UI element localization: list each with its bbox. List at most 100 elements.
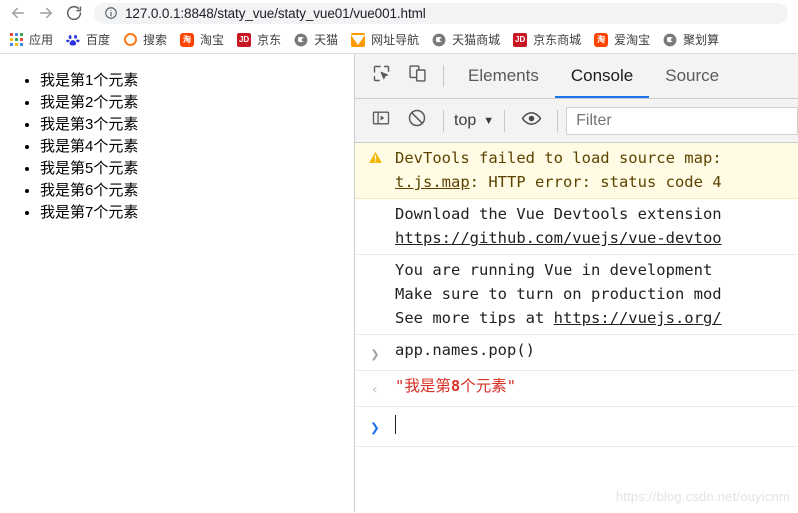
message-line: See more tips at https://vuejs.org/: [395, 306, 798, 330]
message-text: DevTools failed to load source map: t.js.…: [395, 146, 798, 194]
bookmark-aitaobao[interactable]: 淘 爱淘宝: [593, 29, 650, 51]
message-text: app.names.pop(): [395, 338, 798, 362]
list-item: 我是第2个元素: [40, 92, 354, 114]
message-line: "我是第8个元素": [395, 374, 798, 398]
message-gutter: [355, 258, 395, 262]
globe-icon: [431, 32, 447, 48]
message-gutter: ❯: [355, 338, 395, 366]
arrow-right-icon: [37, 4, 55, 22]
list-item: 我是第7个元素: [40, 202, 354, 224]
page-info-icon[interactable]: [104, 6, 118, 20]
main-area: 我是第1个元素我是第2个元素我是第3个元素我是第4个元素我是第5个元素我是第6个…: [0, 54, 798, 512]
console-message-warning: DevTools failed to load source map: t.js.…: [355, 143, 798, 199]
console-message-list: DevTools failed to load source map: t.js.…: [355, 143, 798, 407]
output-arrow-icon: ‹: [370, 382, 380, 398]
message-link[interactable]: https://github.com/vuejs/vue-devtoo: [395, 229, 722, 247]
input-arrow-icon: ❯: [370, 418, 380, 437]
prompt-gutter: ❯: [355, 412, 395, 440]
bookmark-label: 百度: [86, 33, 111, 47]
taobao-icon: 淘: [179, 32, 195, 48]
reload-icon: [65, 4, 83, 22]
message-line: Make sure to turn on production mod: [395, 282, 798, 306]
bookmark-jd-mall[interactable]: JD 京东商城: [512, 29, 581, 51]
device-toolbar-icon: [407, 63, 428, 89]
hao123-icon: [350, 32, 366, 48]
arrow-left-icon: [9, 4, 27, 22]
console-sidebar-icon: [371, 108, 391, 133]
message-line: t.js.map: HTTP error: status code 4: [395, 170, 798, 194]
bookmark-label: 搜索: [143, 33, 168, 47]
console-message-input: ❯ app.names.pop(): [355, 335, 798, 371]
toolbar-divider: [443, 65, 444, 87]
bookmark-tmall-mall[interactable]: 天猫商城: [431, 29, 500, 51]
warning-triangle-icon: [368, 150, 383, 169]
bookmark-label: 天猫: [314, 33, 339, 47]
search-ring-icon: [122, 32, 138, 48]
device-toolbar-button[interactable]: [399, 58, 435, 94]
back-button[interactable]: [4, 0, 32, 26]
bookmark-juhuasuan[interactable]: 聚划算: [662, 29, 719, 51]
tab-elements[interactable]: Elements: [452, 54, 555, 98]
bookmark-label: 京东商城: [533, 33, 582, 47]
console-sidebar-button[interactable]: [363, 103, 399, 139]
bookmark-label: 爱淘宝: [614, 33, 651, 47]
tab-sources[interactable]: Source: [649, 54, 735, 98]
list-item: 我是第5个元素: [40, 158, 354, 180]
bookmark-label: 淘宝: [200, 33, 225, 47]
page-viewport: 我是第1个元素我是第2个元素我是第3个元素我是第4个元素我是第5个元素我是第6个…: [0, 54, 354, 512]
message-segment: app.names.pop(): [395, 341, 535, 359]
console-filter-placeholder: Filter: [576, 111, 612, 129]
inspect-element-icon: [371, 63, 392, 89]
forward-button[interactable]: [32, 0, 60, 26]
message-line: https://github.com/vuejs/vue-devtoo: [395, 226, 798, 250]
list-item: 我是第4个元素: [40, 136, 354, 158]
bookmark-label: 应用: [29, 33, 54, 47]
devtools-panel: Elements Console Source top ▼ Filter Dev…: [354, 54, 798, 512]
address-bar[interactable]: 127.0.0.1:8848/staty_vue/staty_vue01/vue…: [94, 2, 788, 24]
console-message-log: Download the Vue Devtools extension https…: [355, 199, 798, 255]
bookmark-search[interactable]: 搜索: [122, 29, 167, 51]
bookmark-hao123[interactable]: 网址导航: [350, 29, 419, 51]
address-bar-url: 127.0.0.1:8848/staty_vue/staty_vue01/vue…: [125, 5, 426, 21]
inspect-element-button[interactable]: [363, 58, 399, 94]
tab-console[interactable]: Console: [554, 54, 650, 98]
console-output[interactable]: DevTools failed to load source map: t.js.…: [355, 143, 798, 512]
message-link[interactable]: t.js.map: [395, 173, 470, 191]
bookmark-tmall[interactable]: 天猫: [293, 29, 338, 51]
watermark: https://blog.csdn.net/ouyicnm: [615, 489, 790, 504]
message-gutter: [355, 146, 395, 169]
message-line: You are running Vue in development: [395, 258, 798, 282]
console-message-log: You are running Vue in development Make s…: [355, 255, 798, 335]
bookmark-label: 京东: [257, 33, 282, 47]
message-line: DevTools failed to load source map:: [395, 146, 798, 170]
bookmark-apps[interactable]: 应用: [8, 29, 53, 51]
message-text: "我是第8个元素": [395, 374, 798, 398]
jd-icon: JD: [236, 32, 252, 48]
execution-context-selector[interactable]: top ▼: [452, 112, 496, 130]
bookmark-baidu[interactable]: 百度: [65, 29, 110, 51]
jd-icon: JD: [512, 32, 528, 48]
list-item: 我是第1个元素: [40, 70, 354, 92]
console-prompt-row[interactable]: ❯: [355, 407, 798, 447]
text-cursor: [395, 415, 396, 434]
clear-console-button[interactable]: [399, 103, 435, 139]
message-gutter: [355, 202, 395, 206]
console-filter-input[interactable]: Filter: [566, 106, 798, 135]
live-expression-button[interactable]: [513, 103, 549, 139]
bookmark-taobao[interactable]: 淘 淘宝: [179, 29, 224, 51]
input-arrow-icon: ❯: [370, 345, 380, 363]
console-toolbar: top ▼ Filter: [355, 99, 798, 143]
execution-context-label: top: [454, 111, 477, 129]
toolbar-divider: [557, 109, 559, 132]
globe-icon: [662, 32, 678, 48]
reload-button[interactable]: [60, 0, 88, 26]
globe-icon: [293, 32, 309, 48]
message-segment: Download the Vue Devtools extension: [395, 205, 722, 223]
message-segment: "我是第8个元素": [395, 377, 517, 395]
bookmark-label: 聚划算: [683, 33, 720, 47]
message-link[interactable]: https://vuejs.org/: [554, 309, 722, 327]
bookmark-jd[interactable]: JD 京东: [236, 29, 281, 51]
console-prompt-input[interactable]: [395, 412, 798, 441]
message-text: Download the Vue Devtools extension https…: [395, 202, 798, 250]
clear-console-icon: [407, 108, 427, 133]
